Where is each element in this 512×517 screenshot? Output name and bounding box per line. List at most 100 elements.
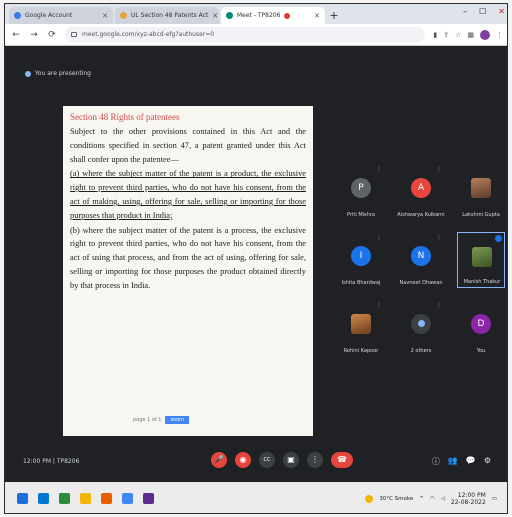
avatar: I <box>351 246 371 266</box>
url-input[interactable]: meet.google.com/xyz-abcd-efg?authuser=0 <box>65 27 426 42</box>
participant-grid: ⋮ P Priti Mishra ⋮ A Aishwarya Kulkarni … <box>337 164 505 360</box>
browser-tab-label: UL Section 48 Patents Act <box>131 12 209 19</box>
leave-call-button[interactable]: ☎ <box>331 452 353 468</box>
maximize-button[interactable]: ☐ <box>479 7 486 16</box>
others-avatar <box>411 314 431 334</box>
edge-icon[interactable] <box>59 493 70 504</box>
browser-tab-label: Meet - TP8206 <box>237 12 281 19</box>
participant-tile[interactable]: ⋮ I Ishita Bhardwaj <box>337 232 385 288</box>
back-arrow-icon[interactable]: ← <box>11 30 21 40</box>
people-icon <box>417 320 425 327</box>
meeting-details-icon[interactable]: ⓘ <box>432 456 440 467</box>
participant-tile[interactable]: ⋮ 2 others <box>397 300 445 356</box>
extensions-icon[interactable]: ▦ <box>467 31 474 39</box>
clock[interactable]: 12:00 PM 22-08-2022 <box>451 492 486 506</box>
address-bar: ← → ⟳ meet.google.com/xyz-abcd-efg?authu… <box>5 24 507 46</box>
page-indicator: page 1 of 1 <box>133 417 162 423</box>
participant-name: Navneet Dhawan <box>399 280 443 286</box>
present-now-button[interactable]: ▣ <box>283 452 299 468</box>
captions-button[interactable]: CC <box>259 452 275 468</box>
mic-off-button[interactable]: 🎤 <box>211 452 227 468</box>
more-options-icon[interactable]: ⋮ <box>436 302 442 309</box>
participant-tile-active[interactable]: Manish Thakur <box>457 232 505 288</box>
meet-icon <box>226 12 233 19</box>
browser-tab-label: Google Account <box>25 12 73 19</box>
more-options-icon[interactable]: ⋮ <box>376 166 382 173</box>
share-icon[interactable]: ⇪ <box>443 31 449 39</box>
avatar <box>472 247 492 267</box>
more-options-icon[interactable]: ⋮ <box>436 234 442 241</box>
camera-off-button[interactable]: ◉ <box>235 452 251 468</box>
forward-arrow-icon[interactable]: → <box>29 30 39 40</box>
browser-menu-icon[interactable]: ⋮ <box>496 31 503 39</box>
participant-name: Ishita Bhardwaj <box>341 280 381 286</box>
volume-icon[interactable]: ◁ <box>441 496 445 502</box>
avatar: A <box>411 178 431 198</box>
speaking-indicator-icon <box>495 235 502 242</box>
participant-tile[interactable]: ⋮ Rohini Kapoor <box>337 300 385 356</box>
participant-name: You <box>476 348 486 354</box>
more-options-icon[interactable]: ⋮ <box>376 302 382 309</box>
meet-stage: You are presenting Section 48 Rights of … <box>5 46 507 482</box>
url-text: meet.google.com/xyz-abcd-efg?authuser=0 <box>82 31 215 38</box>
zoom-button[interactable]: zoom <box>165 416 190 424</box>
tab-close-icon[interactable]: ✕ <box>102 12 108 20</box>
activities-icon[interactable]: ⚙ <box>484 456 491 467</box>
participant-tile[interactable]: ⋮ N Navneet Dhawan <box>397 232 445 288</box>
people-icon[interactable]: 👥 <box>448 456 458 467</box>
document-paragraph: (b) where the subject matter of the pate… <box>70 225 306 290</box>
chevron-up-icon[interactable]: ^ <box>419 496 424 502</box>
side-controls: ⓘ 👥 💬 ⚙ <box>432 456 491 467</box>
shared-document: Section 48 Rights of patentees Subject t… <box>63 106 313 436</box>
avatar <box>471 178 491 198</box>
search-icon[interactable] <box>38 493 49 504</box>
browser-tab-3[interactable]: Meet - TP8206 ✕ <box>221 7 325 24</box>
more-options-button[interactable]: ⋮ <box>307 452 323 468</box>
google-icon <box>14 12 21 19</box>
browser-tab-1[interactable]: Google Account ✕ <box>9 7 113 24</box>
system-tray: 30°C Smoke ^ ◠ ◁ 12:00 PM 22-08-2022 ▭ <box>365 492 497 506</box>
window-controls: – ☐ ✕ <box>463 7 505 16</box>
notifications-icon[interactable]: ▭ <box>492 496 497 502</box>
present-icon <box>25 70 31 77</box>
reload-icon[interactable]: ⟳ <box>47 30 57 40</box>
document-footer: page 1 of 1 zoom <box>133 416 190 424</box>
meeting-info: 12:00 PM | TP8206 <box>23 458 80 465</box>
wifi-icon[interactable]: ◠ <box>430 496 435 502</box>
tab-close-icon[interactable]: ✕ <box>212 12 218 20</box>
presenter-label: You are presenting <box>25 70 91 77</box>
profile-avatar[interactable] <box>480 29 490 40</box>
more-options-icon[interactable]: ⋮ <box>376 234 382 241</box>
browser-tab-2[interactable]: UL Section 48 Patents Act ✕ <box>115 7 219 24</box>
new-tab-button[interactable]: + <box>327 7 341 24</box>
camera-permission-icon[interactable]: ▮ <box>433 31 437 39</box>
weather-text[interactable]: 30°C Smoke <box>379 496 413 502</box>
document-heading: Section 48 Rights of patentees <box>70 112 180 122</box>
taskbar: 30°C Smoke ^ ◠ ◁ 12:00 PM 22-08-2022 ▭ <box>5 482 507 513</box>
clock-date: 22-08-2022 <box>450 498 486 506</box>
presenter-text: You are presenting <box>35 70 91 77</box>
meet-control-bar: 12:00 PM | TP8206 🎤 ◉ CC ▣ ⋮ ☎ ⓘ 👥 💬 ⚙ <box>5 444 507 482</box>
participant-tile[interactable]: Lakshmi Gupta <box>457 164 505 220</box>
tab-close-icon[interactable]: ✕ <box>314 12 320 20</box>
more-options-icon[interactable]: ⋮ <box>436 166 442 173</box>
store-icon[interactable] <box>101 493 112 504</box>
clock-time: 12:00 PM <box>457 491 486 499</box>
call-controls: 🎤 ◉ CC ▣ ⋮ ☎ <box>211 452 353 468</box>
bookmark-star-icon[interactable]: ☆ <box>455 31 461 39</box>
close-window-button[interactable]: ✕ <box>498 7 505 16</box>
participant-tile-self[interactable]: D You <box>457 300 505 356</box>
participant-name: Manish Thakur <box>463 279 501 285</box>
start-icon[interactable] <box>17 493 28 504</box>
minimize-button[interactable]: – <box>463 7 467 16</box>
chrome-icon[interactable] <box>122 493 133 504</box>
participant-name: Lakshmi Gupta <box>462 212 500 218</box>
file-explorer-icon[interactable] <box>80 493 91 504</box>
avatar <box>351 314 371 334</box>
chat-icon[interactable]: 💬 <box>466 456 476 467</box>
app-icon[interactable] <box>143 493 154 504</box>
participant-tile[interactable]: ⋮ P Priti Mishra <box>337 164 385 220</box>
participant-tile[interactable]: ⋮ A Aishwarya Kulkarni <box>397 164 445 220</box>
toolbar-icons: ▮ ⇪ ☆ ▦ ⋮ <box>433 29 503 40</box>
avatar: P <box>351 178 371 198</box>
